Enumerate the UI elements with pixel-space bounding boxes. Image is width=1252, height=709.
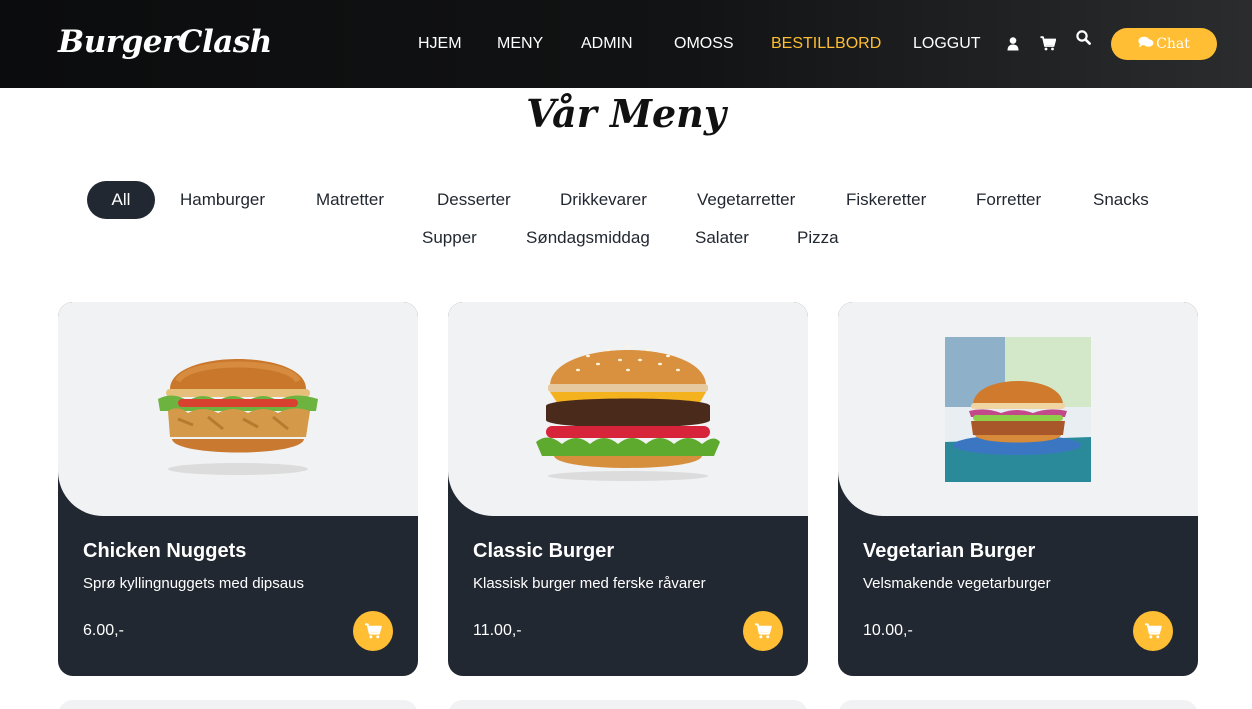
filter-snacks[interactable]: Snacks [1093,181,1149,219]
filter-drikkevarer[interactable]: Drikkevarer [560,181,647,219]
vegetarian-burger-image [945,336,1091,482]
menu-card-image-area [838,302,1198,516]
filter-all[interactable]: All [87,181,155,219]
menu-card: Vegetarian Burger Velsmakende vegetarbur… [838,302,1198,676]
nav-admin[interactable]: ADMIN [581,35,633,53]
filter-forretter[interactable]: Forretter [976,181,1041,219]
nav-bestillbord[interactable]: BESTILLBORD [771,35,881,53]
menu-item-price: 11.00,- [473,622,522,639]
brand-logo[interactable]: BurgerClash [58,24,272,60]
menu-item-name: Chicken Nuggets [83,540,247,562]
user-icon[interactable] [1007,37,1019,56]
add-to-cart-button[interactable] [1133,611,1173,651]
menu-item-name: Vegetarian Burger [863,540,1036,562]
nav-loggut[interactable]: LOGGUT [913,35,981,53]
header: BurgerClash HJEM MENY ADMIN OMOSS BESTIL… [0,0,1252,88]
nav-hjem[interactable]: HJEM [418,35,462,53]
cart-icon [755,623,772,639]
menu-item-price: 10.00,- [863,622,913,639]
cart-icon[interactable] [1040,36,1057,56]
comments-icon [1138,36,1154,52]
search-icon[interactable] [1076,30,1091,50]
menu-card: Classic Burger Klassisk burger med fersk… [448,302,808,676]
cart-icon [1145,623,1162,639]
add-to-cart-button[interactable] [743,611,783,651]
filter-vegetarretter[interactable]: Vegetarretter [697,181,795,219]
nav-omoss[interactable]: OMOSS [674,35,734,53]
menu-item-description: Sprø kyllingnuggets med dipsaus [83,575,304,592]
menu-item-price: 6.00,- [83,622,124,639]
add-to-cart-button[interactable] [353,611,393,651]
chat-button[interactable]: Chat [1111,28,1217,60]
filter-fiskeretter[interactable]: Fiskeretter [846,181,926,219]
page-title: Vår Meny [526,91,726,136]
chat-label: Chat [1156,36,1190,52]
classic-burger-image [536,345,720,481]
cart-icon [365,623,382,639]
chicken-burger-image [158,359,318,475]
nav-meny[interactable]: MENY [497,35,543,53]
menu-item-description: Klassisk burger med ferske råvarer [473,575,706,592]
menu-item-description: Velsmakende vegetarburger [863,575,1051,592]
filter-matretter[interactable]: Matretter [316,181,384,219]
menu-card-image-area [448,302,808,516]
filter-hamburger[interactable]: Hamburger [180,181,265,219]
filter-pizza[interactable]: Pizza [797,219,839,257]
filter-supper[interactable]: Supper [422,219,477,257]
menu-card: Chicken Nuggets Sprø kyllingnuggets med … [58,302,418,676]
filter-desserter[interactable]: Desserter [437,181,511,219]
menu-item-name: Classic Burger [473,540,615,562]
menu-card-peek [448,700,808,709]
menu-card-peek [838,700,1198,709]
menu-card-image-area [58,302,418,516]
menu-card-peek [58,700,418,709]
filter-sondagsmiddag[interactable]: Søndagsmiddag [526,219,650,257]
filter-salater[interactable]: Salater [695,219,749,257]
